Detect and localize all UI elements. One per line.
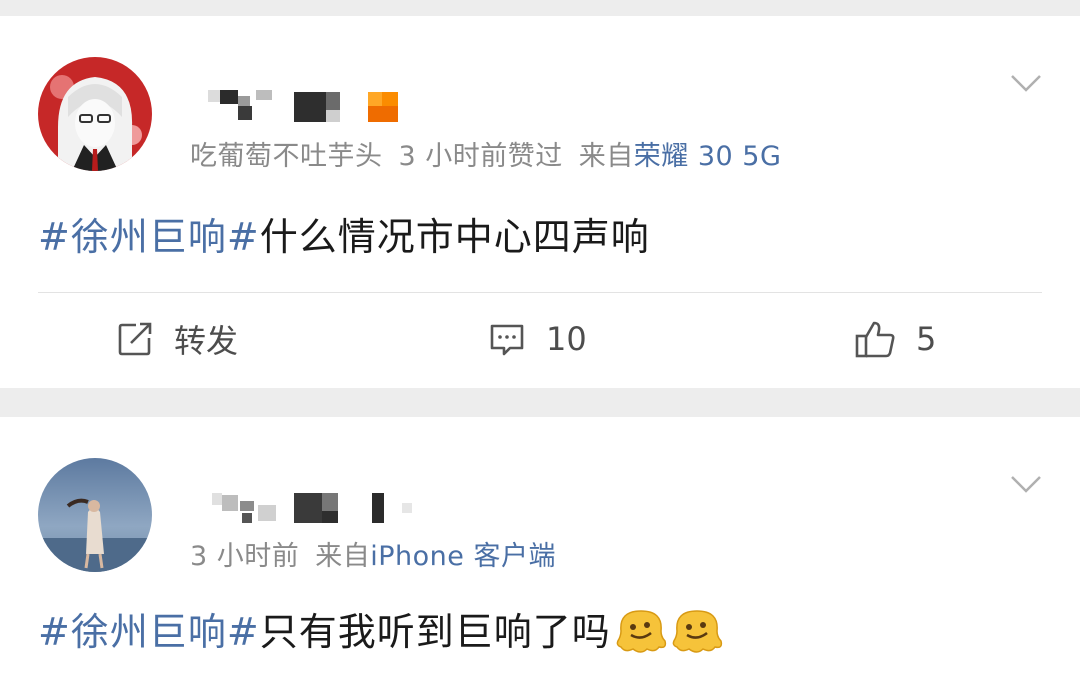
meta-from: 来自 (315, 541, 371, 572)
edit-share-icon (118, 322, 152, 356)
comment-icon (490, 324, 524, 356)
post-content: #徐州巨响#什么情况市中心四声响 (38, 206, 650, 261)
repost-label: 转发 (174, 322, 239, 360)
post-text: 只有我听到巨响了吗 (259, 610, 611, 654)
post-meta: 3 小时前 来自iPhone 客户端 (190, 534, 556, 573)
melting-face-emoji-icon (615, 605, 667, 664)
username-redacted[interactable] (198, 86, 418, 126)
post-text: 什么情况市中心四声响 (259, 215, 650, 259)
post-card: 3 小时前 来自iPhone 客户端 #徐州巨响#只有我听到巨响了吗 (0, 417, 1080, 695)
like-button[interactable]: 5 (854, 316, 936, 362)
hashtag-link[interactable]: #徐州巨响# (38, 215, 260, 259)
post-content: #徐州巨响#只有我听到巨响了吗 (38, 601, 723, 664)
meta-from: 来自 (578, 141, 634, 172)
hashtag-link[interactable]: #徐州巨响# (38, 610, 260, 654)
thumbs-up-icon (855, 321, 895, 358)
melting-face-emoji-icon (671, 605, 723, 664)
post-meta: 吃葡萄不吐芋头 3 小时前赞过 来自荣耀 30 5G (190, 134, 781, 173)
meta-username[interactable]: 吃葡萄不吐芋头 (190, 141, 383, 172)
divider (38, 292, 1042, 293)
meta-time: 3 小时前赞过 (398, 141, 563, 172)
comment-count: 10 (546, 320, 587, 358)
username-redacted[interactable] (198, 487, 428, 527)
meta-device[interactable]: 荣耀 30 5G (634, 141, 782, 172)
chevron-down-icon[interactable] (1008, 469, 1044, 499)
avatar[interactable] (38, 458, 152, 572)
chevron-down-icon[interactable] (1008, 68, 1044, 98)
comment-button[interactable]: 10 (488, 316, 587, 362)
meta-device[interactable]: iPhone 客户端 (370, 541, 556, 572)
repost-button[interactable]: 转发 (116, 316, 238, 362)
avatar[interactable] (38, 57, 152, 171)
post-card: 吃葡萄不吐芋头 3 小时前赞过 来自荣耀 30 5G #徐州巨响#什么情况市中心四声… (0, 16, 1080, 388)
meta-time: 3 小时前 (190, 541, 300, 572)
weibo-feed: 吃葡萄不吐芋头 3 小时前赞过 来自荣耀 30 5G #徐州巨响#什么情况市中心四声… (0, 0, 1080, 695)
like-count: 5 (916, 320, 937, 358)
